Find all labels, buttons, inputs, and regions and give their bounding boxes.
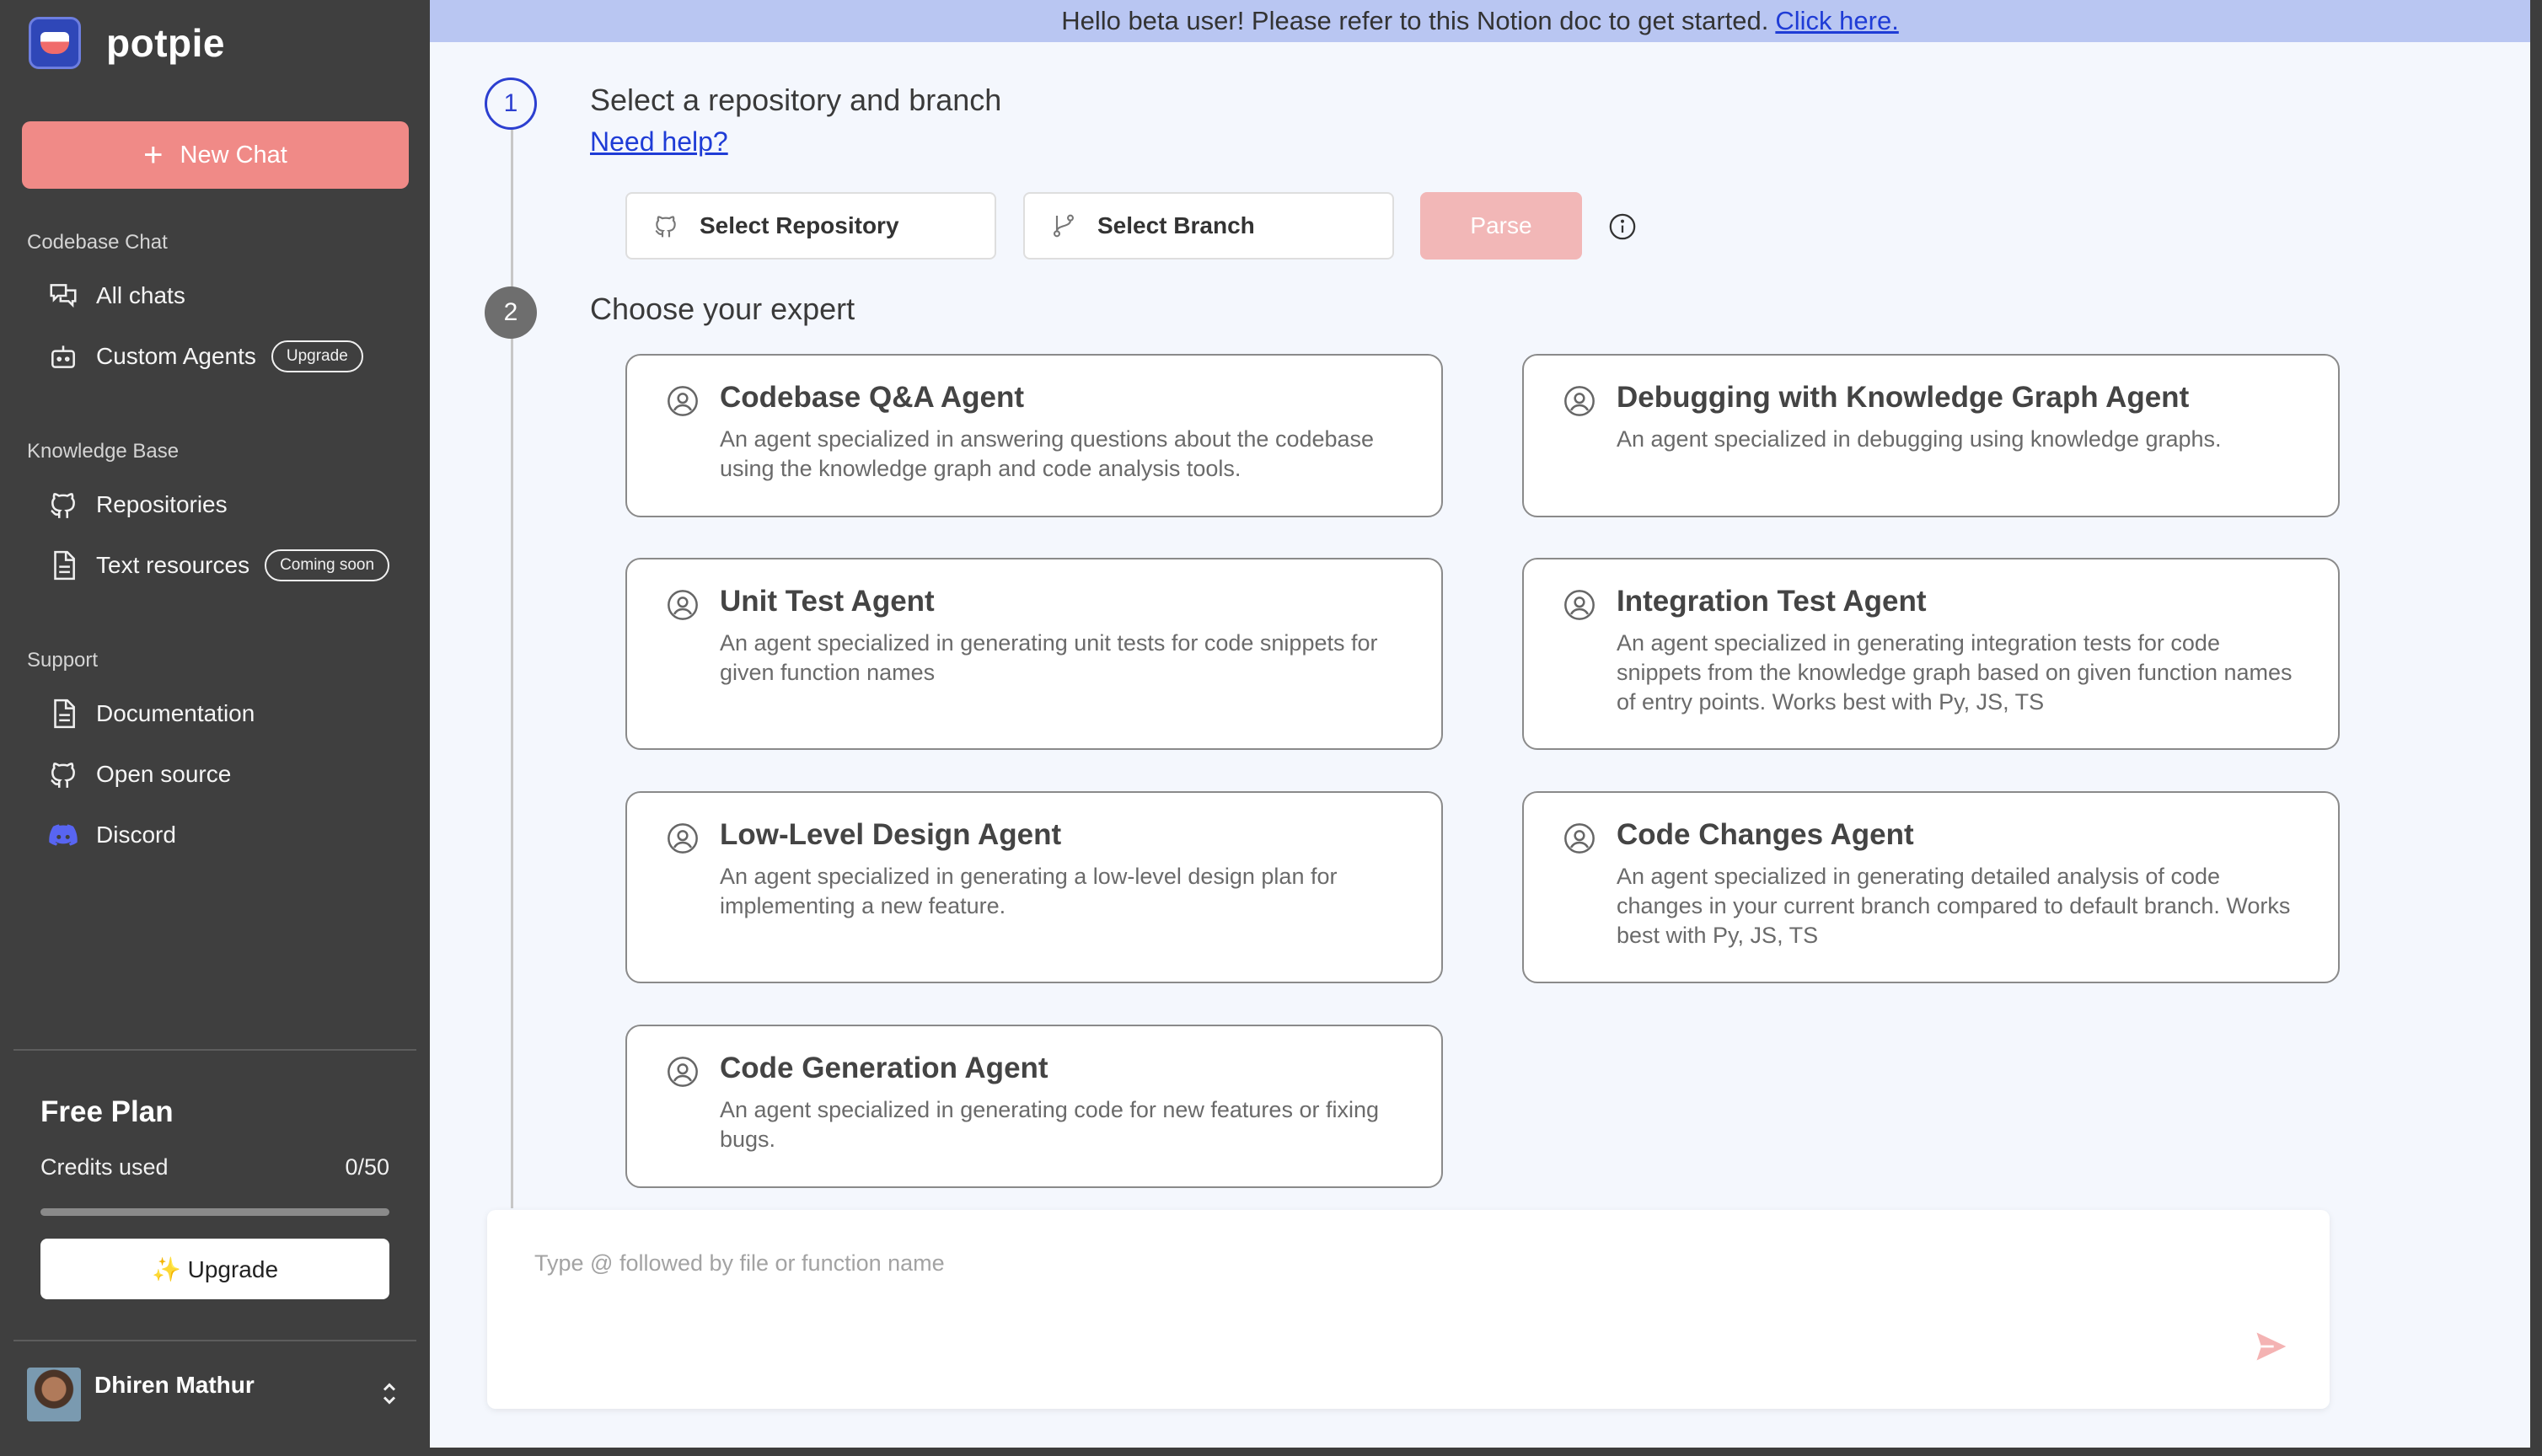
coming-soon-badge: Coming soon [265, 549, 390, 581]
agent-description: An agent specialized in answering questi… [720, 426, 1375, 481]
user-menu[interactable]: Dhiren Mathur [27, 1365, 405, 1424]
github-icon [655, 216, 676, 238]
user-name: Dhiren Mathur [94, 1372, 255, 1398]
sidebar: potpie + New Chat Codebase Chat All chat… [0, 0, 430, 1456]
divider [13, 1049, 416, 1051]
step-2-title: Choose your expert [590, 292, 855, 326]
plan-title: Free Plan [40, 1095, 174, 1128]
select-repository-dropdown[interactable]: Select Repository [625, 192, 996, 260]
upgrade-badge[interactable]: Upgrade [271, 340, 363, 372]
upgrade-button[interactable]: ✨ Upgrade [40, 1239, 389, 1299]
agent-description: An agent specialized in generating code … [720, 1097, 1379, 1152]
divider [13, 1340, 416, 1341]
sidebar-item-label: Documentation [96, 700, 255, 726]
document-icon [54, 699, 75, 729]
sidebar-item-label: Open source [96, 761, 232, 787]
agent-description: An agent specialized in generating integ… [1617, 630, 2293, 715]
sidebar-item-open-source[interactable]: Open source [47, 753, 231, 795]
banner-text: Hello beta user! Please refer to this No… [1061, 6, 1769, 35]
agent-description: An agent specialized in generating detai… [1617, 864, 2291, 948]
section-label-codebase-chat: Codebase Chat [27, 231, 168, 254]
sidebar-item-label: Text resources [96, 552, 250, 578]
sidebar-item-label: All chats [96, 282, 185, 308]
agent-card-debugging[interactable]: Debugging with Knowledge Graph Agent An … [1522, 354, 2340, 517]
agent-card-code-generation[interactable]: Code Generation Agent An agent specializ… [625, 1025, 1443, 1188]
sidebar-item-label: Custom Agents [96, 343, 256, 369]
user-circle-icon [1564, 823, 1595, 854]
sidebar-item-documentation[interactable]: Documentation [47, 693, 255, 735]
user-circle-icon [1564, 590, 1595, 620]
sidebar-item-repositories[interactable]: Repositories [47, 484, 228, 526]
info-icon[interactable] [1608, 212, 1637, 241]
agent-title: Unit Test Agent [720, 585, 935, 618]
agent-description: An agent specialized in debugging using … [1617, 426, 2222, 452]
brand-name: potpie [106, 21, 225, 65]
agent-card-low-level-design[interactable]: Low-Level Design Agent An agent speciali… [625, 791, 1443, 983]
agent-title: Code Changes Agent [1617, 818, 1914, 851]
need-help-link[interactable]: Need help? [590, 126, 728, 158]
github-icon [51, 493, 75, 518]
credits-value: 0/50 [345, 1154, 389, 1180]
plus-icon: + [143, 136, 164, 174]
git-branch-icon [1053, 214, 1075, 238]
section-label-support: Support [27, 649, 99, 672]
new-chat-label: New Chat [180, 141, 287, 169]
document-icon [54, 550, 75, 581]
credits-label: Credits used [40, 1154, 169, 1180]
new-chat-button[interactable]: + New Chat [22, 121, 409, 189]
sidebar-item-text-resources[interactable]: Text resources Coming soon [47, 544, 390, 586]
agent-card-codebase-qa[interactable]: Codebase Q&A Agent An agent specialized … [625, 354, 1443, 517]
sidebar-item-discord[interactable]: Discord [47, 814, 176, 856]
main-content: Hello beta user! Please refer to this No… [430, 0, 2530, 1448]
agent-title: Debugging with Knowledge Graph Agent [1617, 381, 2190, 414]
agent-title: Code Generation Agent [720, 1052, 1048, 1084]
user-circle-icon [668, 386, 698, 416]
agent-title: Low-Level Design Agent [720, 818, 1062, 851]
banner-link[interactable]: Click here. [1775, 6, 1898, 36]
select-branch-dropdown[interactable]: Select Branch [1023, 192, 1394, 260]
section-label-knowledge-base: Knowledge Base [27, 440, 180, 463]
step-1-marker: 1 [485, 78, 537, 130]
agent-card-unit-test[interactable]: Unit Test Agent An agent specialized in … [625, 558, 1443, 750]
user-circle-icon [668, 823, 698, 854]
credits-progress-bar [40, 1208, 389, 1216]
credits-row: Credits used 0/50 [40, 1154, 389, 1180]
beta-banner: Hello beta user! Please refer to this No… [430, 0, 2530, 42]
select-branch-label: Select Branch [1097, 212, 1255, 238]
select-repository-label: Select Repository [700, 212, 899, 238]
sidebar-item-label: Repositories [96, 491, 228, 517]
user-circle-icon [1564, 386, 1595, 416]
send-icon[interactable] [2252, 1328, 2289, 1365]
agent-title: Integration Test Agent [1617, 585, 1927, 618]
agent-description: An agent specialized in generating a low… [720, 864, 1338, 918]
agent-description: An agent specialized in generating unit … [720, 630, 1378, 685]
message-composer [487, 1210, 2330, 1409]
chats-icon [50, 284, 77, 308]
step-2-marker: 2 [485, 286, 537, 339]
discord-icon [49, 824, 78, 846]
github-icon [51, 763, 75, 788]
message-input[interactable] [534, 1250, 2136, 1318]
chevron-up-down-icon [383, 1383, 396, 1405]
step-1-title: Select a repository and branch [590, 83, 1002, 117]
agent-title: Codebase Q&A Agent [720, 381, 1025, 414]
sidebar-item-all-chats[interactable]: All chats [47, 275, 185, 317]
user-circle-icon [668, 1057, 698, 1087]
parse-button[interactable]: Parse [1420, 192, 1582, 260]
potpie-logo-icon [29, 17, 81, 69]
user-circle-icon [668, 590, 698, 620]
sidebar-item-label: Discord [96, 822, 176, 848]
sidebar-item-custom-agents[interactable]: Custom Agents Upgrade [47, 335, 363, 377]
bot-icon [51, 345, 75, 368]
avatar [27, 1368, 81, 1421]
brand[interactable]: potpie [29, 17, 225, 69]
agent-card-code-changes[interactable]: Code Changes Agent An agent specialized … [1522, 791, 2340, 983]
agent-card-integration-test[interactable]: Integration Test Agent An agent speciali… [1522, 558, 2340, 750]
